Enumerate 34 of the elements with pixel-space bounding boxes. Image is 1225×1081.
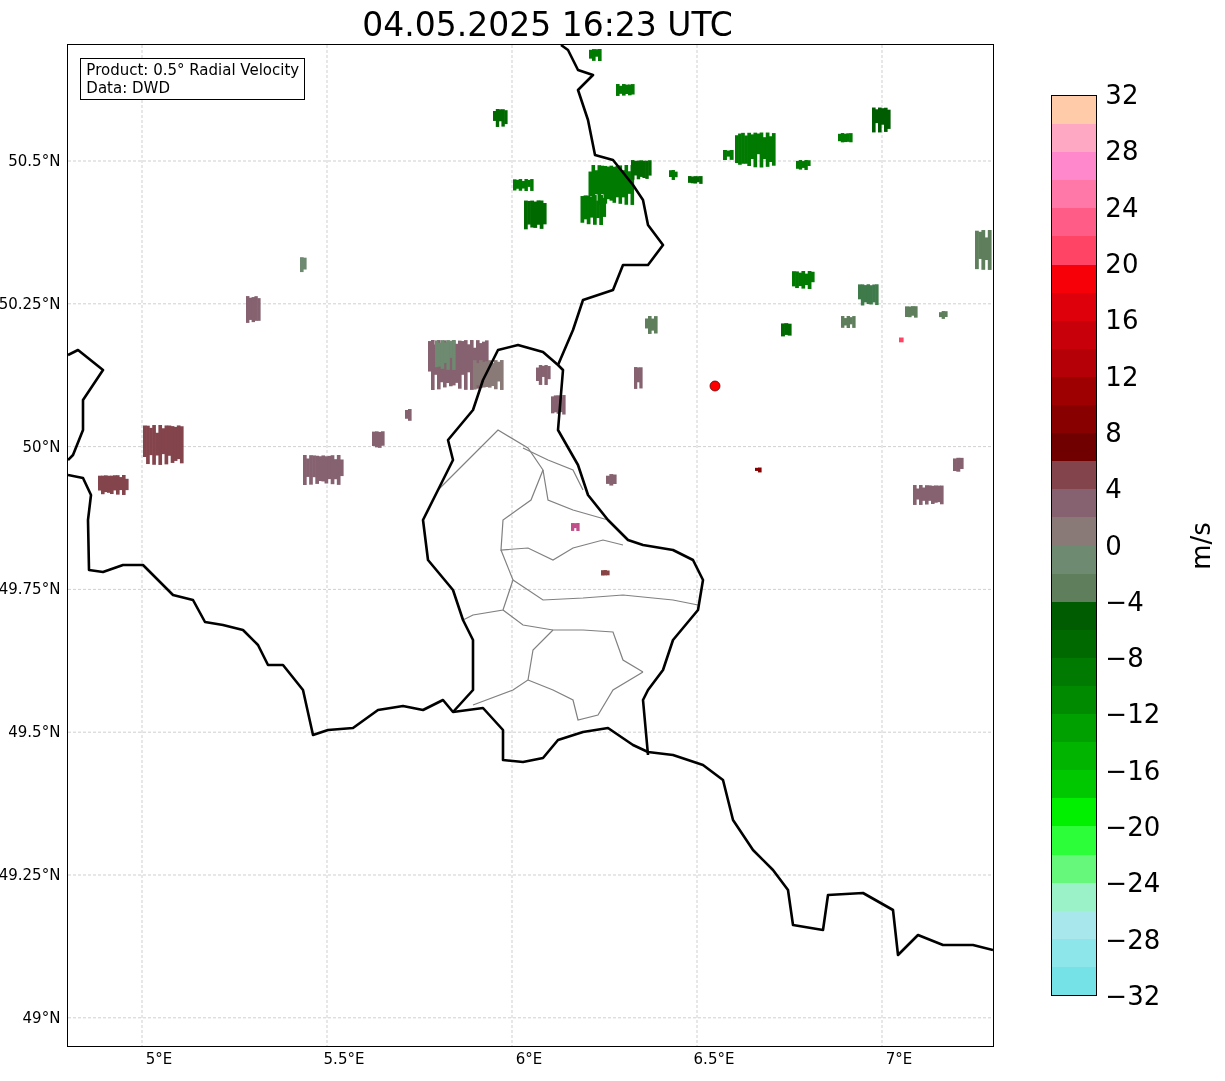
colorbar-tick-label: 0 [1105, 529, 1122, 562]
plot-title: 04.05.2025 16:23 UTC [362, 5, 733, 45]
longitude-label: 6°E [515, 1050, 543, 1068]
latitude-label: 49.75°N [0, 580, 61, 599]
colorbar-tick-label: −12 [1105, 698, 1161, 731]
latitude-label: 49.25°N [0, 866, 61, 884]
longitude-label: 5°E [145, 1050, 173, 1068]
latitude-label: 50.5°N [8, 152, 61, 170]
colorbar-unit-label: m/s [1186, 521, 1217, 570]
radar-site-marker [709, 380, 721, 392]
info-text: Data: DWD [86, 79, 171, 97]
colorbar-tick-label: 12 [1105, 360, 1139, 393]
latitude-label: 50.25°N [0, 294, 61, 313]
colorbar-tick-label: 24 [1105, 191, 1139, 224]
latitude-label: 49.5°N [8, 723, 61, 742]
colorbar-tick-label: −4 [1105, 585, 1144, 618]
colorbar-tick-label: −24 [1105, 867, 1161, 900]
longitude-label: 7°E [885, 1050, 913, 1068]
info-text: Product: 0.5° Radial Velocity [86, 61, 300, 79]
colorbar-tick-label: −8 [1105, 642, 1144, 675]
colorbar-tick-label: −16 [1105, 754, 1161, 787]
colorbar-tick-label: 20 [1105, 247, 1139, 280]
colorbar-tick-label: 8 [1105, 416, 1122, 449]
longitude-label: 6.5°E [693, 1050, 735, 1068]
colorbar-tick-label: −28 [1105, 923, 1161, 956]
colorbar-tick-label: −32 [1105, 980, 1161, 1012]
longitude-label: 5.5°E [323, 1050, 365, 1068]
latitude-label: 50°N [22, 437, 61, 456]
colorbar-tick-label: 28 [1105, 135, 1139, 168]
colorbar-tick-label: 32 [1105, 79, 1139, 111]
colorbar-tick-label: 4 [1105, 473, 1122, 506]
latitude-label: 49°N [22, 1008, 61, 1027]
colorbar-tick-label: 16 [1105, 304, 1139, 337]
colorbar-tick-label: −20 [1105, 811, 1161, 844]
